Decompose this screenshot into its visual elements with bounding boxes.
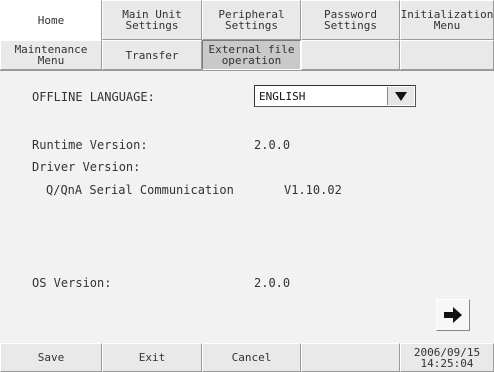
- settings-screen: Home Main Unit Settings Peripheral Setti…: [0, 0, 494, 372]
- tab-maintenance-menu[interactable]: Maintenance Menu: [0, 40, 102, 70]
- tab-initialization-menu[interactable]: Initialization Menu: [400, 0, 494, 40]
- time-text: 14:25:04: [420, 356, 474, 370]
- tab-empty-2: [400, 40, 494, 70]
- driver-name: Q/QnA Serial Communication: [46, 183, 234, 197]
- arrow-right-icon: [444, 307, 462, 323]
- clock-display: 2006/09/15 14:25:04: [400, 343, 494, 372]
- tab-password-settings[interactable]: Password Settings: [301, 0, 400, 40]
- offline-language-select[interactable]: ENGLISH: [254, 85, 416, 107]
- offline-language-label: OFFLINE LANGUAGE:: [32, 90, 155, 104]
- triangle-down-icon: [395, 91, 407, 101]
- tab-peripheral-settings[interactable]: Peripheral Settings: [202, 0, 301, 40]
- driver-version-value: V1.10.02: [284, 183, 342, 197]
- tab-row-second: Maintenance Menu Transfer External file …: [0, 40, 494, 70]
- os-version-value: 2.0.0: [254, 276, 291, 290]
- os-version-label: OS Version:: [32, 276, 112, 290]
- content-panel: [0, 70, 494, 344]
- tab-empty-1: [301, 40, 400, 70]
- date-text: 2006/09/15: [413, 345, 481, 359]
- tab-home[interactable]: Home: [0, 0, 102, 40]
- dropdown-button[interactable]: [387, 87, 414, 105]
- empty-button: [301, 343, 400, 372]
- tab-main-unit-settings[interactable]: Main Unit Settings: [102, 0, 202, 40]
- exit-button[interactable]: Exit: [102, 343, 202, 372]
- save-button[interactable]: Save: [0, 343, 102, 372]
- runtime-version-value: 2.0.0: [254, 138, 291, 152]
- runtime-version-label: Runtime Version:: [32, 138, 148, 152]
- driver-version-label: Driver Version:: [32, 160, 141, 174]
- bottom-bar: Save Exit Cancel 2006/09/15 14:25:04: [0, 343, 494, 372]
- tab-external-file-operation[interactable]: External file operation: [202, 40, 301, 70]
- tab-transfer[interactable]: Transfer: [102, 40, 202, 70]
- cancel-button[interactable]: Cancel: [202, 343, 301, 372]
- next-page-button[interactable]: [436, 299, 470, 331]
- offline-language-value: ENGLISH: [259, 90, 306, 103]
- tab-row-top: Home Main Unit Settings Peripheral Setti…: [0, 0, 494, 40]
